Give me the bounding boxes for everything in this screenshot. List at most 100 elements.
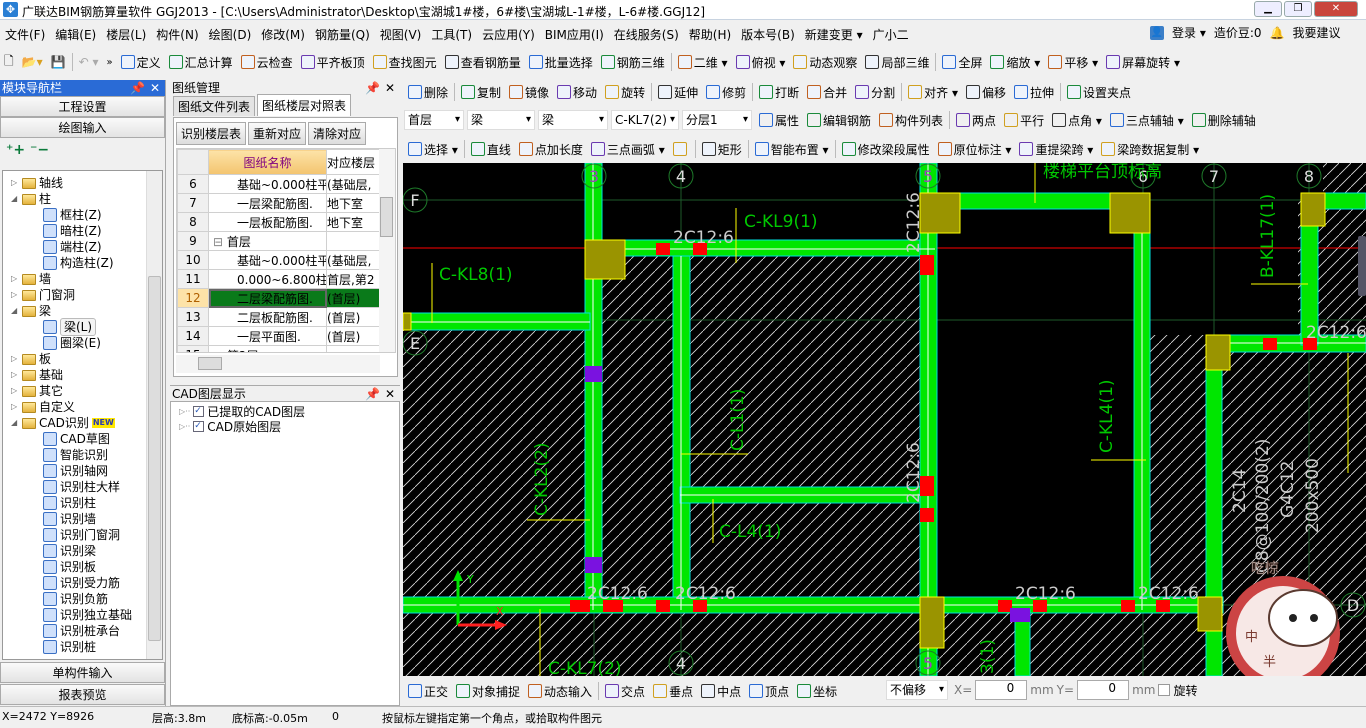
toolbar-button[interactable]: 重提梁跨 ▾ xyxy=(1015,141,1097,158)
subtype-select[interactable]: 梁 xyxy=(538,110,608,130)
floor-cell[interactable]: (首层) xyxy=(326,326,382,346)
table-row[interactable]: 7 一层梁配筋图. 地下室 xyxy=(177,193,382,213)
minimize-button[interactable]: ▁ xyxy=(1254,1,1282,17)
grid-hscrollbar[interactable] xyxy=(176,355,380,373)
floor-select[interactable]: 首层 xyxy=(404,110,464,130)
close-icon[interactable]: ✕ xyxy=(150,80,160,96)
toolbar-button[interactable]: 编辑钢筋 xyxy=(803,112,875,129)
tree-item[interactable]: 框柱(Z) xyxy=(43,207,102,223)
pin-icon[interactable]: 📌 xyxy=(130,80,145,96)
tree-item[interactable]: 识别轴网 xyxy=(43,463,108,479)
tree-item[interactable]: ▷ 墙 xyxy=(11,271,51,287)
tree-item[interactable]: ▷ 其它 xyxy=(11,383,63,399)
toolbar-button[interactable]: 顶点 xyxy=(745,683,793,700)
new-file-icon[interactable]: 🗋 xyxy=(0,52,18,73)
tree-item[interactable]: 识别门窗洞 xyxy=(43,527,120,543)
collapsed-arrow-icon[interactable]: ▷ xyxy=(11,383,19,399)
toolbar-button[interactable]: 梁跨数据复制 ▾ xyxy=(1097,141,1203,158)
toolbar-button[interactable]: 对齐 ▾ xyxy=(904,84,962,101)
toolbar-button[interactable]: 删除辅轴 xyxy=(1188,112,1260,129)
toolbar-button[interactable]: 偏移 xyxy=(962,84,1010,101)
rotate-checkbox[interactable] xyxy=(1158,684,1171,696)
y-offset-input[interactable]: 0 xyxy=(1077,680,1130,700)
expanded-arrow-icon[interactable]: ◢ xyxy=(11,191,19,207)
floor-cell[interactable]: 地下室 xyxy=(326,193,382,213)
toolbar-button[interactable]: 修剪 xyxy=(702,84,750,101)
table-row[interactable]: 8 一层板配筋图. 地下室 xyxy=(177,212,382,232)
tree-item[interactable]: 识别独立基础 xyxy=(43,607,132,623)
tree-item[interactable]: ◢ 梁 xyxy=(11,303,51,319)
toolbar-button[interactable]: 对象捕捉 xyxy=(452,683,524,700)
menu-item[interactable]: 新建变更 ▾ xyxy=(800,26,868,43)
toolbar-button[interactable]: 局部三维 xyxy=(861,54,933,71)
toolbar-button[interactable]: 矩形 xyxy=(698,141,746,158)
toolbar-button[interactable]: 点加长度 xyxy=(515,141,587,158)
collapsed-arrow-icon[interactable]: ▷ xyxy=(11,287,19,303)
maximize-button[interactable]: ❐ xyxy=(1284,1,1312,17)
tree-item[interactable]: ▷ 门窗洞 xyxy=(11,287,75,303)
col-header-floor[interactable]: 对应楼层 xyxy=(326,149,382,175)
table-row[interactable]: 9 ⊟ 首层 xyxy=(177,231,382,251)
menu-item[interactable]: 修改(M) xyxy=(256,26,310,43)
tree-item[interactable]: CAD草图 xyxy=(43,431,110,447)
toolbar-button[interactable]: 点角 ▾ xyxy=(1048,112,1106,129)
drawing-name-cell[interactable]: 基础~0.000柱平 xyxy=(208,174,327,194)
drawing-name-cell[interactable]: 0.000~6.800柱 xyxy=(208,269,327,289)
drawing-name-cell[interactable]: ⊟ 首层 xyxy=(208,231,327,251)
col-header-name[interactable]: 图纸名称 xyxy=(208,149,327,175)
drawing-name-cell[interactable]: 一层板配筋图. xyxy=(208,212,327,232)
grid-vscrollbar[interactable] xyxy=(379,149,395,352)
toolbar-button[interactable]: 俯视 ▾ xyxy=(732,54,790,71)
toolbar-button[interactable]: 延伸 xyxy=(654,84,702,101)
menu-item[interactable]: 工具(T) xyxy=(426,26,477,43)
x-offset-input[interactable]: 0 xyxy=(975,680,1028,700)
expanded-arrow-icon[interactable]: ◢ xyxy=(11,415,19,431)
close-icon[interactable]: ✕ xyxy=(385,80,395,96)
toolbar-button[interactable]: 二维 ▾ xyxy=(674,54,732,71)
toolbar-button[interactable]: 中点 xyxy=(697,683,745,700)
bell-icon[interactable]: 🔔 xyxy=(1270,26,1285,40)
tree-item[interactable]: 识别墙 xyxy=(43,511,96,527)
type-select[interactable]: 梁 xyxy=(467,110,535,130)
tree-item[interactable]: 暗柱(Z) xyxy=(43,223,102,239)
toolbar-button[interactable]: 云检查 xyxy=(237,54,297,71)
menu-item[interactable]: 楼层(L) xyxy=(101,26,151,43)
toolbar-button[interactable]: 平行 xyxy=(1000,112,1048,129)
tree-item[interactable]: 识别桩承台 xyxy=(43,623,120,639)
toolbar-button[interactable]: 直线 xyxy=(467,141,515,158)
drawing-name-cell[interactable]: 二层板配筋图. xyxy=(208,307,327,327)
tree-item[interactable]: 识别柱大样 xyxy=(43,479,120,495)
drawing-input-button[interactable]: 绘图输入 xyxy=(0,117,165,138)
floor-cell[interactable]: 首层,第2 xyxy=(326,269,382,289)
close-icon[interactable]: ✕ xyxy=(385,386,395,402)
expanded-arrow-icon[interactable]: ◢ xyxy=(11,303,19,319)
toolbar-button[interactable]: 镜像 xyxy=(505,84,553,101)
collapsed-arrow-icon[interactable]: ▷ xyxy=(11,175,19,191)
toolbar-button[interactable]: 设置夹点 xyxy=(1063,84,1135,101)
toolbar-button[interactable]: 平齐板顶 xyxy=(297,54,369,71)
table-row[interactable]: 6 基础~0.000柱平 (基础层, xyxy=(177,174,382,194)
close-button[interactable]: ✕ xyxy=(1314,1,1358,17)
tree-item[interactable]: 识别柱 xyxy=(43,495,96,511)
toolbar-button[interactable]: 构件列表 xyxy=(875,112,947,129)
tree-item[interactable]: ▷ 板 xyxy=(11,351,51,367)
menu-item[interactable]: 钢筋量(Q) xyxy=(310,26,375,43)
component-select[interactable]: C-KL7(2) xyxy=(611,110,679,130)
tree-item[interactable]: 识别板 xyxy=(43,559,96,575)
toolbar-button[interactable]: 拉伸 xyxy=(1010,84,1058,101)
table-row[interactable]: 10 基础~0.000柱平 (基础层, xyxy=(177,250,382,270)
table-row[interactable]: 12 二层梁配筋图. (首层) xyxy=(177,288,382,308)
toolbar-button[interactable]: 动态观察 xyxy=(789,54,861,71)
toolbar-button[interactable]: 合并 xyxy=(803,84,851,101)
menu-item[interactable]: 视图(V) xyxy=(375,26,427,43)
toolbar-button[interactable]: 复制 xyxy=(457,84,505,101)
tree-item[interactable]: ◢ CAD识别 NEW xyxy=(11,415,115,431)
floor-cell[interactable]: (首层) xyxy=(326,307,382,327)
table-row[interactable]: 14 一层平面图. (首层) xyxy=(177,326,382,346)
menu-item[interactable]: 广小二 xyxy=(868,26,914,43)
layer-select[interactable]: 分层1 xyxy=(682,110,752,130)
tab-floor-mapping[interactable]: 图纸楼层对照表 xyxy=(257,94,352,116)
undo-icon[interactable]: ↶ ▾ xyxy=(75,55,103,69)
project-settings-button[interactable]: 工程设置 xyxy=(0,96,165,117)
drawing-name-cell[interactable]: 一层梁配筋图. xyxy=(208,193,327,213)
